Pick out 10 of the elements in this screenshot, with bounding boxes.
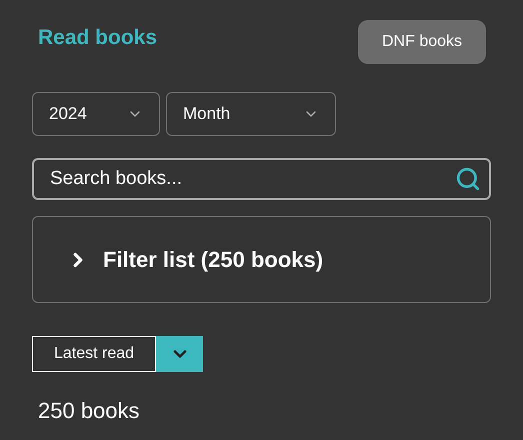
dnf-books-button[interactable]: DNF books [358, 20, 486, 64]
page-title: Read books [38, 25, 158, 51]
search-field[interactable]: Search books... [32, 158, 491, 200]
dropdown-select[interactable]: 2024 [32, 92, 160, 136]
filter-list-toggle[interactable]: Filter list (250 books) [67, 243, 324, 276]
search-icon[interactable] [455, 166, 481, 192]
sort-dropdown-button[interactable] [156, 336, 203, 372]
book-count: 250 books [38, 397, 141, 425]
dropdown-select[interactable]: Month [166, 92, 336, 136]
sort-button[interactable]: Latest read [32, 336, 156, 372]
